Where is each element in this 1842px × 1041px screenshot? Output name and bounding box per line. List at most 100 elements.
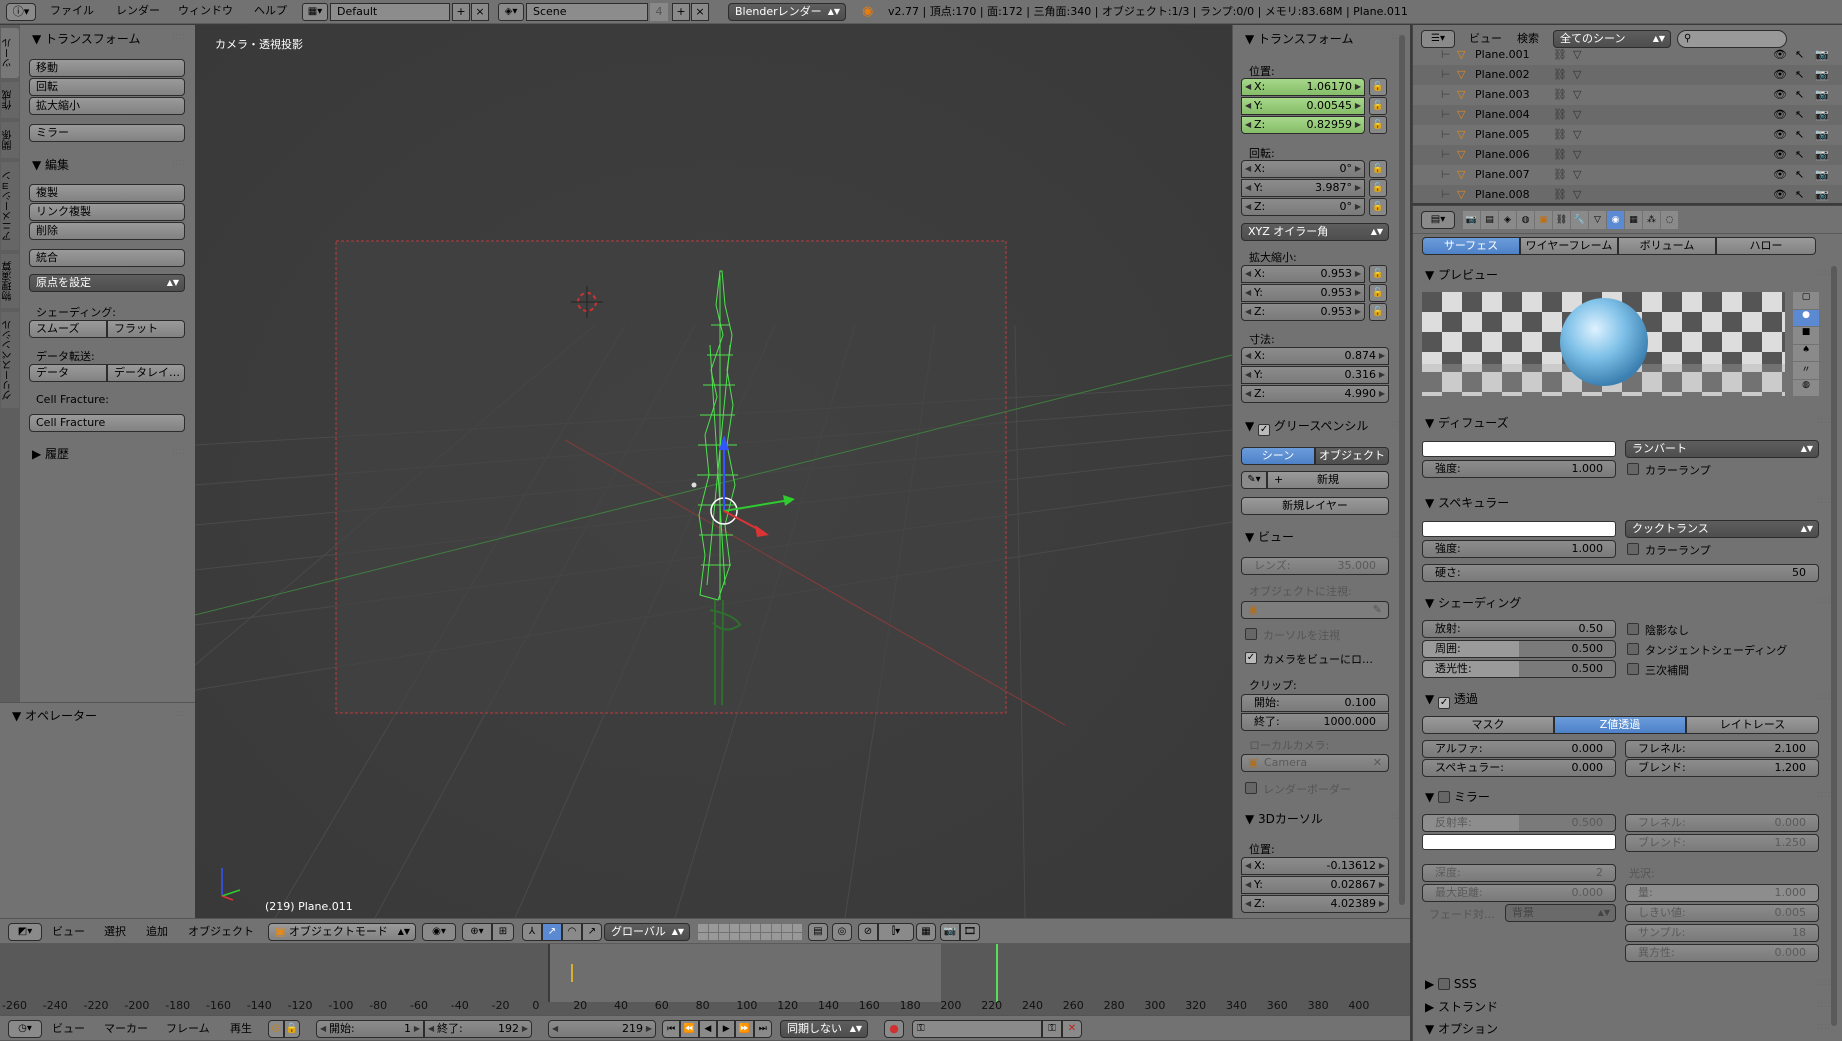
- outliner-menu-search[interactable]: 検索: [1517, 28, 1539, 50]
- preview-panel-title[interactable]: ▼ プレビュー: [1425, 266, 1498, 283]
- specular-intensity-field[interactable]: 強度: 1.000: [1422, 540, 1616, 558]
- render-icon[interactable]: 📷: [1815, 85, 1829, 105]
- flat-button[interactable]: フラット: [107, 320, 185, 338]
- info-editor-type-button[interactable]: ⓘ▾: [6, 3, 36, 21]
- view3d-editor-type-button[interactable]: ◩▾: [8, 923, 42, 941]
- rot-z-field[interactable]: ◀ Z: 0° ▶: [1241, 198, 1365, 216]
- scale-x-field[interactable]: ◀ X: 0.953 ▶: [1241, 265, 1365, 283]
- view3d-menu-view[interactable]: ビュー: [52, 921, 85, 943]
- dim-z-field[interactable]: ◀ Z: 4.990 ▶: [1241, 385, 1389, 403]
- manipulator-toggle-icon[interactable]: ⅄: [522, 923, 542, 941]
- join-button[interactable]: 統合: [29, 249, 185, 267]
- visibility-icon[interactable]: 👁: [1773, 185, 1787, 203]
- loc-y-field[interactable]: ◀ Y: 0.00545 ▶: [1241, 97, 1365, 115]
- tab-tools[interactable]: ツール: [1, 28, 19, 78]
- menu-window[interactable]: ウィンドウ: [178, 0, 233, 22]
- viewport-3d[interactable]: カメラ・透視投影 (219) Plane.011: [195, 25, 1232, 918]
- lock-range-icon[interactable]: 🔒: [284, 1020, 300, 1038]
- preview-cube-icon[interactable]: ■: [1793, 327, 1819, 344]
- view3d-menu-object[interactable]: オブジェクト: [188, 921, 254, 943]
- view-panel-title[interactable]: ▼ ビュー: [1245, 528, 1294, 545]
- visibility-icon[interactable]: 👁: [1773, 125, 1787, 145]
- render-border-checkbox[interactable]: [1245, 782, 1257, 794]
- render-icon[interactable]: 📷: [1815, 49, 1829, 65]
- current-frame-field[interactable]: ◀ 219 ▶: [548, 1020, 656, 1038]
- 3d-cursor-panel-title[interactable]: ▼ 3Dカーソル: [1245, 810, 1323, 827]
- preview-sky-icon[interactable]: ◍: [1793, 379, 1819, 396]
- timeline-menu-playback[interactable]: 再生: [230, 1018, 252, 1040]
- duplicate-linked-button[interactable]: リンク複製: [29, 203, 185, 221]
- layer-buttons[interactable]: [698, 924, 802, 940]
- render-icon[interactable]: 📷: [1815, 185, 1829, 203]
- outliner-menu-view[interactable]: ビュー: [1469, 28, 1502, 50]
- grease-pencil-checkbox[interactable]: ✓: [1258, 424, 1271, 436]
- drag-handle-icon[interactable]: ::::: [1817, 595, 1830, 606]
- layout-add-icon[interactable]: +: [452, 3, 470, 21]
- rot-x-lock-icon[interactable]: 🔓: [1369, 160, 1387, 178]
- data-tab-icon[interactable]: ▽: [1589, 211, 1606, 229]
- view3d-menu-select[interactable]: 選択: [104, 921, 126, 943]
- dim-x-field[interactable]: ◀ X: 0.874 ▶: [1241, 347, 1389, 365]
- preview-hair-icon[interactable]: 〃: [1793, 362, 1819, 379]
- layout-icon[interactable]: ▦▾: [302, 3, 328, 21]
- specular-ramp-checkbox[interactable]: [1627, 543, 1639, 555]
- properties-scrollbar[interactable]: [1831, 266, 1837, 1026]
- properties-editor-type-button[interactable]: ▤▾: [1421, 211, 1455, 229]
- outliner-item[interactable]: ⊢ ▽ Plane.003 ⛓ ▽ 👁 ↖ 📷: [1413, 85, 1842, 105]
- clip-start-field[interactable]: 開始: 0.100: [1241, 694, 1389, 712]
- dim-y-field[interactable]: ◀ Y: 0.316 ▶: [1241, 366, 1389, 384]
- texture-tab-icon[interactable]: ▦: [1625, 211, 1642, 229]
- render-engine-select[interactable]: Blenderレンダー ▲▼: [728, 3, 846, 21]
- diffuse-color-swatch[interactable]: [1422, 441, 1616, 457]
- cursor-x-field[interactable]: ◀ X: -0.13612 ▶: [1241, 857, 1389, 875]
- lock-camera-checkbox[interactable]: ✓: [1245, 652, 1257, 664]
- render-icon[interactable]: 📷: [1815, 125, 1829, 145]
- data-transfer-button[interactable]: データ: [29, 364, 107, 382]
- transparency-ztransp-toggle[interactable]: Z値透過: [1554, 716, 1686, 734]
- scale-x-lock-icon[interactable]: 🔓: [1369, 265, 1387, 283]
- grease-new-button[interactable]: + 新規: [1267, 471, 1389, 489]
- material-type-volume[interactable]: ボリューム: [1618, 237, 1716, 255]
- drag-handle-icon[interactable]: ::::: [172, 446, 185, 457]
- mirror-depth-field[interactable]: 深度: 2: [1422, 864, 1616, 882]
- snap-target-icon[interactable]: ▦: [916, 923, 936, 941]
- lock-object-field[interactable]: ▣ ✎: [1241, 601, 1389, 619]
- edit-panel-title[interactable]: ▼ 編集: [32, 156, 69, 173]
- transparency-panel-title[interactable]: ▼ ✓ 透過: [1425, 690, 1478, 709]
- layout-close-icon[interactable]: ×: [471, 3, 489, 21]
- sync-mode-select[interactable]: 同期しない ▲▼: [780, 1020, 868, 1038]
- set-origin-select[interactable]: 原点を設定 ▲▼: [29, 274, 185, 292]
- visibility-icon[interactable]: 👁: [1773, 105, 1787, 125]
- rotation-mode-select[interactable]: XYZ オイラー角 ▲▼: [1241, 223, 1389, 241]
- translucency-field[interactable]: 透光性: 0.500: [1422, 660, 1616, 678]
- new-layer-button[interactable]: 新規レイヤー: [1241, 497, 1389, 515]
- drag-handle-icon[interactable]: ::::: [172, 157, 185, 168]
- drag-handle-icon[interactable]: ::::: [172, 31, 185, 42]
- render-icon[interactable]: 📷: [1815, 65, 1829, 85]
- drag-handle-icon[interactable]: ::::: [1817, 691, 1830, 702]
- grease-pencil-icon[interactable]: ✎▾: [1241, 471, 1267, 489]
- tab-physics[interactable]: 物理演算: [1, 254, 19, 308]
- specular-color-swatch[interactable]: [1422, 521, 1616, 537]
- mirror-blend-field[interactable]: ブレンド: 1.250: [1625, 834, 1819, 852]
- outliner-item[interactable]: ⊢ ▽ Plane.005 ⛓ ▽ 👁 ↖ 📷: [1413, 125, 1842, 145]
- drag-handle-icon[interactable]: ::::: [1817, 999, 1830, 1010]
- only-origins-icon[interactable]: ⊞: [492, 923, 514, 941]
- scale-manipulator-icon[interactable]: ↗: [582, 923, 602, 941]
- operator-panel-title[interactable]: ▼ オペレーター: [12, 707, 97, 724]
- diffuse-ramp-checkbox[interactable]: [1627, 463, 1639, 475]
- duplicate-button[interactable]: 複製: [29, 184, 185, 202]
- ambient-field[interactable]: 周囲: 0.500: [1422, 640, 1616, 658]
- menu-render[interactable]: レンダー: [116, 0, 160, 22]
- pivot-point-icon[interactable]: ⊕▾: [462, 923, 492, 941]
- drag-handle-icon[interactable]: ::::: [1817, 789, 1830, 800]
- translate-manipulator-icon[interactable]: ↗: [542, 923, 562, 941]
- loc-x-field[interactable]: ◀ X: 1.06170 ▶: [1241, 78, 1365, 96]
- data-layout-button[interactable]: データレイ…: [107, 364, 185, 382]
- mirror-panel-title[interactable]: ▼ ミラー: [1425, 788, 1490, 805]
- shading-panel-title[interactable]: ▼ シェーディング: [1425, 594, 1521, 611]
- material-type-halo[interactable]: ハロー: [1716, 237, 1816, 255]
- frame-start-field[interactable]: ◀ 開始: 1 ▶: [316, 1020, 424, 1038]
- options-panel-title[interactable]: ▼ オプション: [1425, 1020, 1498, 1037]
- scale-z-lock-icon[interactable]: 🔓: [1369, 303, 1387, 321]
